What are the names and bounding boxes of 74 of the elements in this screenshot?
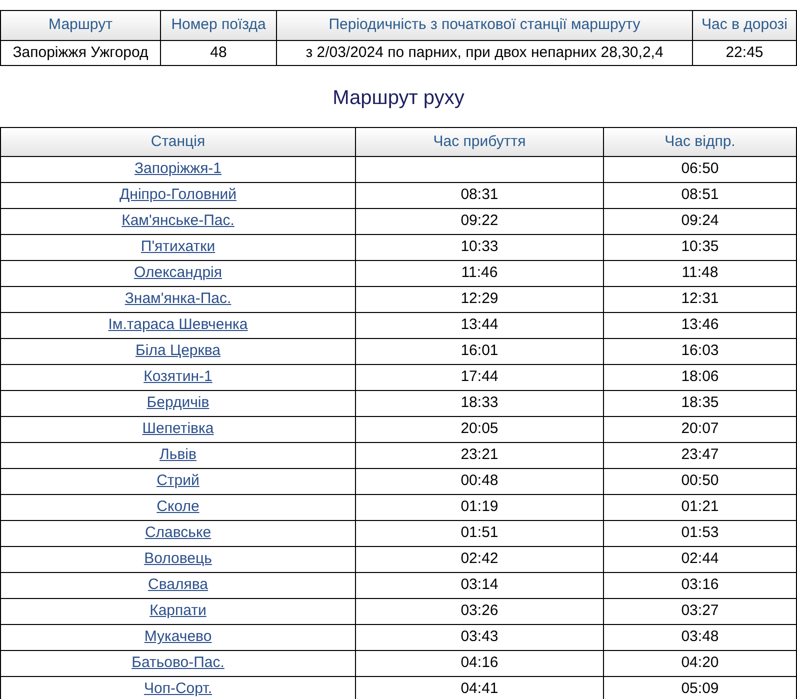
station-link[interactable]: Шепетівка — [142, 418, 214, 441]
table-cell: 20:07 — [604, 417, 797, 443]
table-cell: 01:51 — [356, 521, 604, 547]
table-cell: 48 — [161, 41, 277, 66]
section-title: Маршрут руху — [332, 86, 464, 110]
station-link[interactable]: П'ятихатки — [140, 236, 216, 259]
station-link[interactable]: Кам'янське-Пас. — [122, 210, 234, 233]
table-cell: 03:48 — [604, 625, 797, 651]
station-link[interactable]: Мукачево — [144, 626, 212, 649]
column-header: Час відпр. — [604, 128, 797, 157]
station-link[interactable]: Чоп-Сорт. — [144, 678, 212, 699]
station-link[interactable]: Батьово-Пас. — [132, 652, 224, 675]
table-cell: 04:20 — [604, 651, 797, 677]
table-cell: 23:47 — [604, 443, 797, 469]
table-cell: 03:43 — [356, 625, 604, 651]
table-cell: 10:33 — [356, 235, 604, 261]
station-link[interactable]: Славське — [144, 522, 212, 545]
station-link[interactable]: Запоріжжя-1 — [134, 158, 222, 181]
table-cell: 03:14 — [356, 573, 604, 599]
column-header: Станція — [1, 128, 356, 157]
station-link[interactable]: Воловець — [144, 548, 212, 571]
table-cell: 00:48 — [356, 469, 604, 495]
table-cell: з 2/03/2024 по парних, при двох непарних 28,30,2,4 — [277, 41, 693, 66]
station-link[interactable]: Карпати — [150, 600, 206, 623]
table-cell: 13:46 — [604, 313, 797, 339]
station-link[interactable]: Знам'янка-Пас. — [124, 288, 232, 311]
table-cell: 06:50 — [604, 157, 797, 183]
table-cell: 04:41 — [356, 677, 604, 699]
station-link[interactable]: Бердичів — [146, 392, 210, 415]
table-cell: 09:24 — [604, 209, 797, 235]
station-link[interactable]: Біла Церква — [136, 340, 220, 363]
table-cell: 16:01 — [356, 339, 604, 365]
table-cell: 11:48 — [604, 261, 797, 287]
station-link[interactable]: Козятин-1 — [144, 366, 212, 389]
table-cell: 18:06 — [604, 365, 797, 391]
table-cell: 16:03 — [604, 339, 797, 365]
table-cell: 00:50 — [604, 469, 797, 495]
table-cell: 11:46 — [356, 261, 604, 287]
table-cell: 10:35 — [604, 235, 797, 261]
table-cell: 12:29 — [356, 287, 604, 313]
station-link[interactable]: Стрий — [156, 470, 200, 493]
table-cell: 13:44 — [356, 313, 604, 339]
table-cell: 17:44 — [356, 365, 604, 391]
table-cell: 02:44 — [604, 547, 797, 573]
table-cell: 01:53 — [604, 521, 797, 547]
table-cell: 03:26 — [356, 599, 604, 625]
table-cell: 18:35 — [604, 391, 797, 417]
station-link[interactable]: Ім.тараса Шевченка — [108, 314, 248, 337]
table-cell: 04:16 — [356, 651, 604, 677]
table-cell: 05:09 — [604, 677, 797, 699]
column-header: Час прибуття — [356, 128, 604, 157]
table-cell: 23:21 — [356, 443, 604, 469]
table-cell: 08:51 — [604, 183, 797, 209]
station-link[interactable]: Свалява — [148, 574, 208, 597]
table-cell: 12:31 — [604, 287, 797, 313]
table-cell: 08:31 — [356, 183, 604, 209]
column-header: Номер поїзда — [161, 11, 277, 41]
table-cell: 03:16 — [604, 573, 797, 599]
station-link[interactable]: Львів — [160, 444, 196, 467]
table-cell: 03:27 — [604, 599, 797, 625]
table-cell: 18:33 — [356, 391, 604, 417]
table-cell: 01:19 — [356, 495, 604, 521]
table-cell: 22:45 — [693, 41, 797, 66]
table-cell: Запоріжжя Ужгород — [1, 41, 161, 66]
station-link[interactable]: Олександрія — [134, 262, 222, 285]
column-header: Маршрут — [1, 11, 161, 41]
station-link[interactable]: Сколе — [156, 496, 200, 519]
table-cell: 01:21 — [604, 495, 797, 521]
station-link[interactable]: Дніпро-Головний — [120, 184, 236, 207]
table-cell: 02:42 — [356, 547, 604, 573]
table-cell: 09:22 — [356, 209, 604, 235]
column-header: Періодичність з початкової станції маршруту — [277, 11, 693, 41]
column-header: Час в дорозі — [693, 11, 797, 41]
table-cell: 20:05 — [356, 417, 604, 443]
